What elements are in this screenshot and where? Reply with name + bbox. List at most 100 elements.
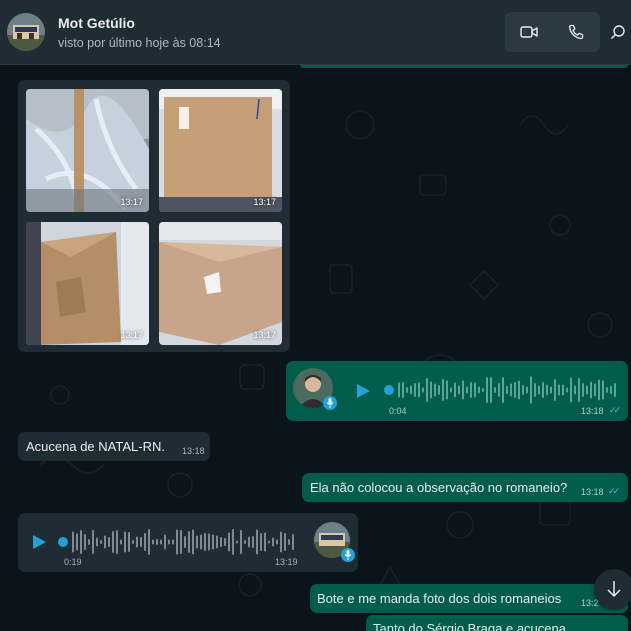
arrow-down-icon <box>607 581 621 598</box>
chat-header: Mot Getúlio visto por último hoje às 08:… <box>0 0 631 65</box>
photo-thumbnail[interactable]: 13:17 <box>159 222 282 345</box>
waveform-bar <box>594 383 596 397</box>
waveform-bar <box>422 387 424 393</box>
video-call-button[interactable] <box>505 12 552 52</box>
message-text: Ela não colocou a observação no romaneio… <box>310 480 568 495</box>
waveform-bar <box>248 536 250 548</box>
waveform-bar <box>228 532 230 552</box>
waveform-bar <box>430 381 432 399</box>
scroll-to-bottom-button[interactable] <box>594 569 631 609</box>
waveform-bar <box>434 383 436 397</box>
photo-timestamp: 13:17 <box>253 330 276 340</box>
playhead[interactable] <box>58 537 68 547</box>
waveform-bar <box>172 539 174 545</box>
waveform-bar <box>418 382 420 398</box>
waveform-bar <box>590 381 592 399</box>
waveform-bar <box>148 529 150 555</box>
previous-message-edge <box>300 65 628 68</box>
waveform[interactable] <box>384 373 620 407</box>
waveform-bar <box>482 388 484 392</box>
waveform-bar <box>216 535 218 549</box>
waveform-bar <box>132 540 134 544</box>
waveform-bar <box>188 531 190 553</box>
contact-last-seen: visto por último hoje às 08:14 <box>58 36 221 50</box>
photo-album-message: 13:17 13:17 13:17 13:17 <box>18 80 290 352</box>
waveform-bar <box>220 537 222 547</box>
waveform-bar <box>550 386 552 394</box>
waveform-bar <box>426 378 428 402</box>
play-icon[interactable] <box>31 534 47 550</box>
waveform-bar <box>232 529 234 555</box>
waveform-bar <box>450 387 452 393</box>
playhead[interactable] <box>384 385 394 395</box>
photo-timestamp: 13:17 <box>253 197 276 207</box>
waveform-bar <box>522 385 524 395</box>
plastic-wrap-image <box>26 89 149 212</box>
waveform-bar <box>574 385 576 395</box>
read-receipt-icon: ✓✓ <box>609 405 621 415</box>
photo-thumbnail[interactable]: 13:17 <box>26 89 149 212</box>
waveform-bar <box>164 534 166 550</box>
waveform-bar <box>614 383 616 397</box>
waveform-bar <box>272 537 274 547</box>
waveform-bar <box>554 379 556 401</box>
waveform-bar <box>610 386 612 394</box>
waveform-bar <box>184 536 186 548</box>
contact-avatar[interactable] <box>7 13 45 51</box>
waveform-bar <box>498 383 500 397</box>
waveform-bar <box>586 385 588 395</box>
waveform-bar <box>104 535 106 549</box>
contact-name[interactable]: Mot Getúlio <box>58 15 135 31</box>
incoming-voice-message: 0:19 13:19 <box>18 513 358 572</box>
waveform-bar <box>462 380 464 400</box>
waveform-bar <box>124 531 126 553</box>
play-icon[interactable] <box>355 383 371 399</box>
waveform[interactable] <box>58 525 298 559</box>
waveform-bar <box>276 539 278 545</box>
phone-icon <box>568 24 583 40</box>
message-list[interactable]: 13:17 13:17 13:17 13:17 0:04 13:18 ✓✓ Ac… <box>0 65 631 631</box>
waveform-bar <box>252 536 254 548</box>
waveform-bar <box>80 530 82 554</box>
incoming-text-message: Acucena de NATAL-RN. 13:18 <box>18 432 210 461</box>
waveform-bar <box>474 382 476 398</box>
waveform-bar <box>438 385 440 395</box>
waveform-bar <box>538 385 540 395</box>
voice-call-button[interactable] <box>552 12 599 52</box>
waveform-bar <box>128 532 130 552</box>
waveform-bar <box>192 529 194 555</box>
waveform-bar <box>514 382 516 398</box>
message-timestamp: 13:18 <box>581 487 604 497</box>
call-button-group <box>505 12 600 52</box>
waveform-bar <box>518 380 520 400</box>
message-timestamp: 13:18 <box>581 406 604 416</box>
waveform-bar <box>406 387 408 393</box>
waveform-bar <box>570 377 572 403</box>
waveform-bar <box>224 538 226 546</box>
message-text: Bote e me manda foto dos dois romaneios <box>317 591 562 606</box>
waveform-bar <box>100 540 102 544</box>
voice-duration: 0:19 <box>64 557 82 567</box>
waveform-bar <box>92 530 94 554</box>
waveform-bar <box>240 530 242 554</box>
cardboard-box-image <box>159 89 282 212</box>
waveform-bar <box>402 382 404 398</box>
outgoing-text-message: Ela não colocou a observação no romaneio… <box>302 473 628 502</box>
waveform-bar <box>502 377 504 403</box>
waveform-bar <box>236 540 238 544</box>
waveform-bar <box>398 382 400 398</box>
photo-thumbnail[interactable]: 13:17 <box>159 89 282 212</box>
waveform-bar <box>546 384 548 396</box>
message-text: Acucena de NATAL-RN. <box>26 439 165 454</box>
photo-thumbnail[interactable]: 13:17 <box>26 222 149 345</box>
waveform-bar <box>140 537 142 547</box>
waveform-bar <box>606 387 608 393</box>
waveform-bar <box>292 534 294 550</box>
waveform-bar <box>288 539 290 545</box>
waveform-bar <box>168 539 170 545</box>
search-button[interactable] <box>610 12 631 52</box>
waveform-bar <box>76 533 78 551</box>
waveform-bar <box>144 533 146 551</box>
waveform-bar <box>558 384 560 396</box>
waveform-bar <box>264 532 266 552</box>
